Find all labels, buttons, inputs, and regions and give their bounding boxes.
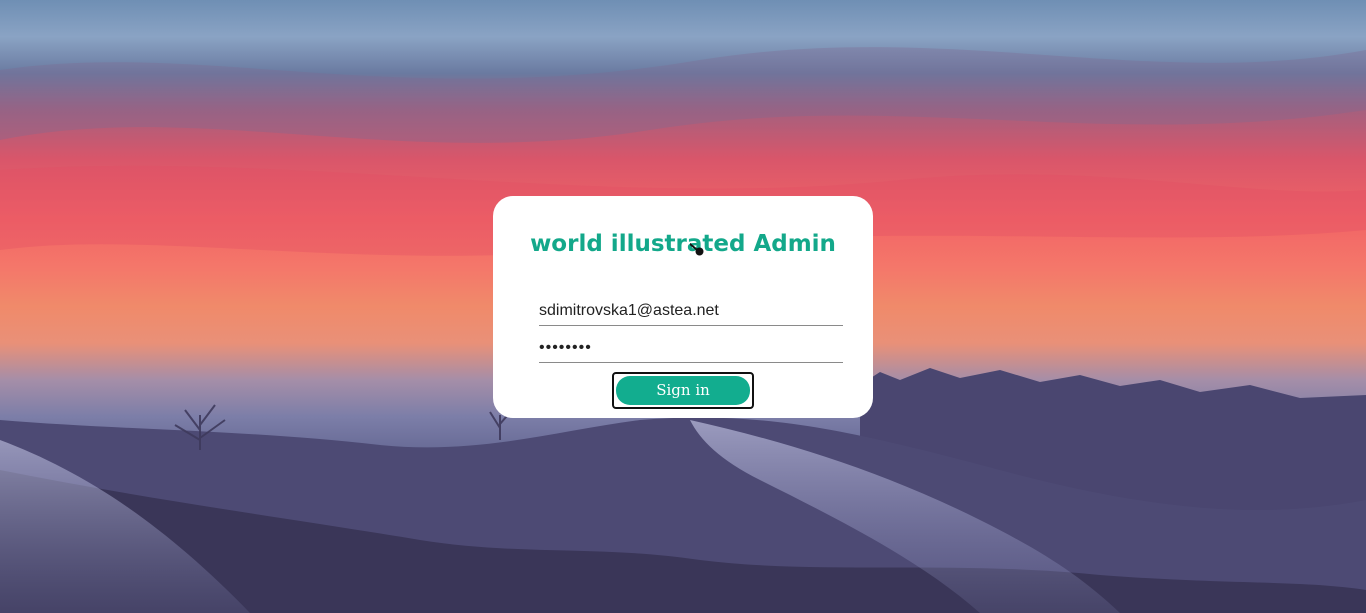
sign-in-button-label: Sign in bbox=[616, 376, 750, 405]
mouse-cursor-icon bbox=[690, 243, 704, 256]
sign-in-button[interactable]: Sign in bbox=[612, 372, 754, 409]
password-field[interactable] bbox=[539, 334, 843, 363]
email-field[interactable] bbox=[539, 297, 843, 326]
app-title: world illustrated Admin bbox=[530, 231, 836, 257]
